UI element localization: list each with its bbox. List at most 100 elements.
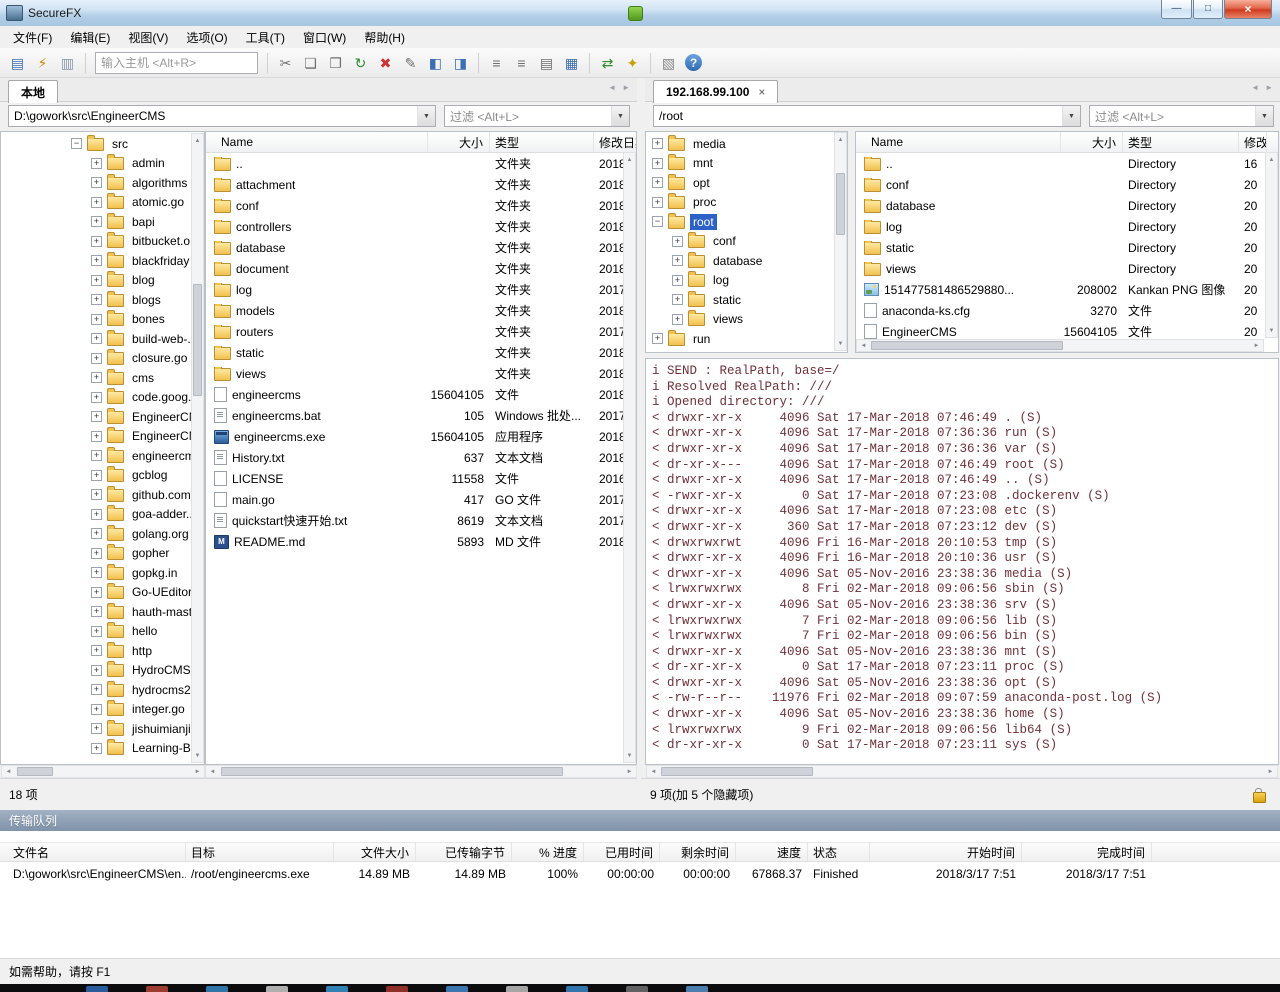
menu-window[interactable]: 窗口(W) (294, 26, 355, 49)
tq-column-item[interactable]: 剩余时间 (660, 843, 736, 861)
toolbar-session-manager-icon[interactable]: ▤ (6, 51, 29, 74)
local-list-row-license[interactable]: LICENSE11558文件2016 (206, 468, 636, 489)
local-tree-node-closure-go[interactable]: +closure.go (1, 349, 204, 369)
maximize-button[interactable]: □ (1193, 0, 1223, 19)
expand-icon[interactable]: + (91, 567, 102, 578)
expand-icon[interactable]: + (672, 314, 683, 325)
expand-icon[interactable]: + (672, 294, 683, 305)
expand-icon[interactable]: + (652, 197, 663, 208)
expand-icon[interactable]: + (91, 723, 102, 734)
local-list-row-engineercms-bat[interactable]: engineercms.bat105Windows 批处...2017 (206, 405, 636, 426)
local-tree-node-golang-org[interactable]: +golang.org (1, 524, 204, 544)
expand-icon[interactable]: + (91, 333, 102, 344)
local-list-column-item[interactable]: 类型 (490, 132, 594, 152)
toolbar-quick-connect-icon[interactable]: ⚡ (31, 51, 54, 74)
expand-icon[interactable]: + (91, 216, 102, 227)
minimize-button[interactable]: — (1161, 0, 1192, 19)
scroll-down-icon[interactable]: ▼ (624, 749, 635, 762)
dropdown-icon[interactable]: ▼ (611, 106, 629, 126)
expand-icon[interactable]: + (91, 177, 102, 188)
scrollbar-thumb[interactable] (836, 173, 845, 235)
local-list-row-main-go[interactable]: main.go417GO 文件2017 (206, 489, 636, 510)
local-tree-node-github-com[interactable]: +github.com (1, 485, 204, 505)
local-tree-vscrollbar[interactable]: ▲ ▼ (191, 133, 204, 763)
local-list-column-item[interactable]: 修改日期 (594, 132, 637, 152)
expand-icon[interactable]: + (91, 645, 102, 656)
remote-list-row-database[interactable]: databaseDirectory20 (856, 195, 1278, 216)
tab-scroll-right-icon[interactable]: ► (622, 83, 630, 92)
scrollbar-thumb[interactable] (193, 284, 202, 396)
local-tree-node-engineercm[interactable]: +engineercm... (1, 446, 204, 466)
expand-icon[interactable]: + (91, 665, 102, 676)
local-list-row-engineercms-exe[interactable]: engineercms.exe15604105应用程序2018 (206, 426, 636, 447)
expand-icon[interactable]: + (91, 587, 102, 598)
titlebar[interactable]: SecureFX — □ × (0, 0, 1280, 27)
tq-column-item[interactable]: 状态 (808, 843, 870, 861)
local-list-row-document[interactable]: document文件夹2018 (206, 258, 636, 279)
local-tree-node-hydrocms[interactable]: +HydroCMS (1, 661, 204, 681)
session-log-panel[interactable]: i SEND : RealPath, base=/ i Resolved Rea… (645, 358, 1279, 765)
taskbar-app-icon[interactable] (206, 986, 228, 992)
local-tree-node-blackfriday[interactable]: +blackfriday (1, 251, 204, 271)
scroll-right-icon[interactable]: ► (623, 766, 636, 777)
remote-list-column-item[interactable]: 大小 (1061, 132, 1123, 152)
local-tree-node-engineercm[interactable]: +EngineerCM... (1, 407, 204, 427)
local-tree-node-hello[interactable]: +hello (1, 622, 204, 642)
menu-options[interactable]: 选项(O) (177, 26, 236, 49)
expand-icon[interactable]: + (91, 197, 102, 208)
tq-column-item[interactable]: 已用时间 (584, 843, 660, 861)
local-tree-node-go-ueditor[interactable]: +Go-UEditor (1, 583, 204, 603)
menu-tools[interactable]: 工具(T) (237, 26, 294, 49)
expand-icon[interactable]: + (672, 236, 683, 247)
remote-filter-combobox[interactable]: 过滤 <Alt+L> ▼ (1089, 105, 1274, 127)
taskbar-app-icon[interactable] (506, 986, 528, 992)
local-list-row-database[interactable]: database文件夹2018 (206, 237, 636, 258)
expand-icon[interactable]: + (91, 489, 102, 500)
local-list-row-views[interactable]: views文件夹2018 (206, 363, 636, 384)
local-tree-node-gopkg-in[interactable]: +gopkg.in (1, 563, 204, 583)
local-tree-node-blogs[interactable]: +blogs (1, 290, 204, 310)
local-list-row-item[interactable]: ..文件夹2018 (206, 153, 636, 174)
local-filter-combobox[interactable]: 过滤 <Alt+L> ▼ (444, 105, 630, 127)
local-list-row-log[interactable]: log文件夹2017 (206, 279, 636, 300)
local-list-hscrollbar[interactable]: ◄ ► (205, 765, 637, 778)
tq-column-item[interactable]: 已传输字节 (416, 843, 512, 861)
scroll-left-icon[interactable]: ◄ (857, 340, 870, 351)
toolbar-synchronize-icon[interactable]: ⇄ (596, 51, 619, 74)
remote-list-row-conf[interactable]: confDirectory20 (856, 174, 1278, 195)
dropdown-icon[interactable]: ▼ (1062, 106, 1080, 126)
local-tree-node-gopher[interactable]: +gopher (1, 544, 204, 564)
expand-icon[interactable]: + (91, 431, 102, 442)
remote-list-row-static[interactable]: staticDirectory20 (856, 237, 1278, 258)
transfer-row[interactable]: D:\gowork\src\EngineerCMS\en.../root/eng… (0, 863, 1280, 884)
local-list-row-routers[interactable]: routers文件夹2017 (206, 321, 636, 342)
remote-tree-node-static[interactable]: +static (646, 290, 847, 310)
toolbar-key-icon[interactable]: ✦ (621, 51, 644, 74)
expand-icon[interactable]: + (91, 626, 102, 637)
remote-list-vscrollbar[interactable]: ▲ ▼ (1265, 152, 1278, 338)
remote-list-row-log[interactable]: logDirectory20 (856, 216, 1278, 237)
scroll-up-icon[interactable]: ▲ (1266, 153, 1277, 166)
taskbar-app-icon[interactable] (326, 986, 348, 992)
transfer-queue-caption[interactable]: 传输队列 (0, 810, 1280, 831)
tq-column-item[interactable]: 完成时间 (1022, 843, 1152, 861)
toolbar-cut-icon[interactable]: ✂ (274, 51, 297, 74)
local-tree-node-atomic-go[interactable]: +atomic.go (1, 193, 204, 213)
scroll-down-icon[interactable]: ▼ (835, 337, 846, 350)
taskbar-app-icon[interactable] (446, 986, 468, 992)
close-button[interactable]: × (1224, 0, 1272, 19)
local-list-column-name[interactable]: Name (206, 132, 428, 152)
toolbar-copy-icon[interactable]: ❏ (299, 51, 322, 74)
scroll-left-icon[interactable]: ◄ (2, 766, 15, 777)
remote-list-column-item[interactable]: 修改日期 (1239, 132, 1267, 152)
local-list-row-history-txt[interactable]: History.txt637文本文档2018 (206, 447, 636, 468)
tq-column-item[interactable]: % 进度 (512, 843, 584, 861)
scroll-right-icon[interactable]: ► (1264, 766, 1277, 777)
local-tree-node-gcblog[interactable]: +gcblog (1, 466, 204, 486)
collapse-icon[interactable]: − (71, 138, 82, 149)
local-tree-node-jishuimianji[interactable]: +jishuimianji... (1, 719, 204, 739)
scroll-up-icon[interactable]: ▲ (624, 153, 635, 166)
local-tree-node-blog[interactable]: +blog (1, 271, 204, 291)
expand-icon[interactable]: + (91, 548, 102, 559)
local-tree-node-goa-adder[interactable]: +goa-adder... (1, 505, 204, 525)
